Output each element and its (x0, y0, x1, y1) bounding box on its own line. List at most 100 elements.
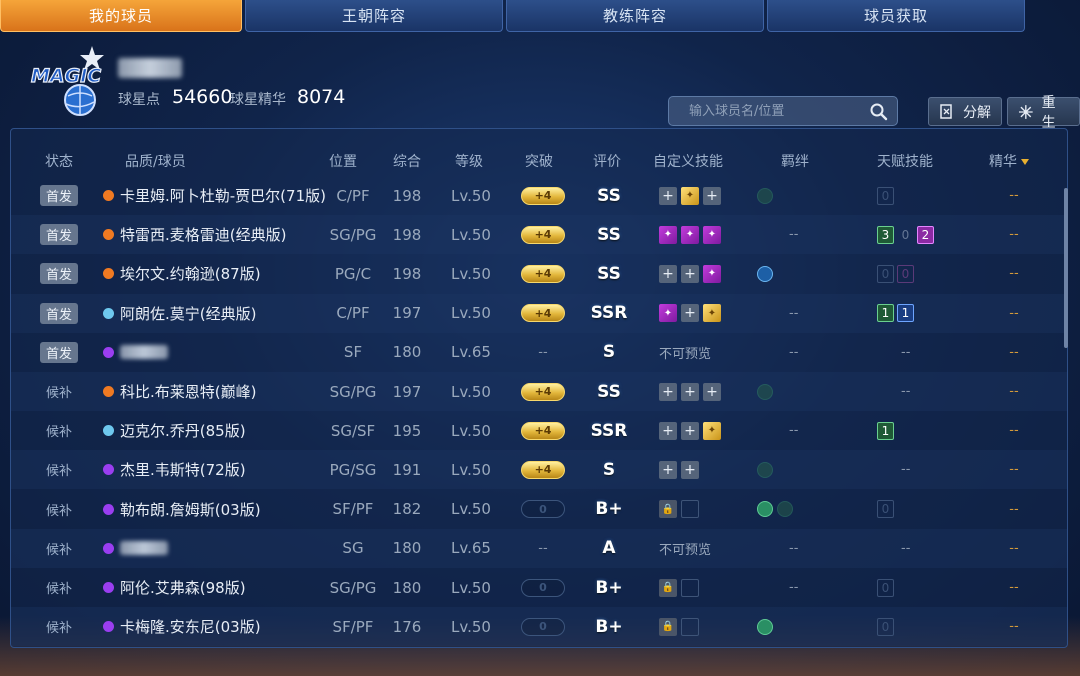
player-position: SG/SF (330, 421, 376, 440)
star-points-label: 球星点 (118, 92, 160, 108)
table-row[interactable]: 候补 卡梅隆.安东尼(03版) SF/PF 176 Lv.50 0 B+ 🔒 0 -- (11, 607, 1067, 647)
talent-badge[interactable]: 1 (877, 304, 894, 323)
status-badge: 候补 (45, 621, 72, 637)
add-skill-slot[interactable]: + (659, 186, 677, 205)
add-skill-slot[interactable]: + (703, 382, 721, 401)
skill-icon[interactable]: ✦ (659, 225, 677, 244)
bond-icon[interactable] (757, 618, 773, 635)
talent-badge[interactable]: 0 (877, 500, 894, 519)
scrollbar[interactable] (1064, 188, 1068, 348)
table-row[interactable]: 候补 迈克尔.乔丹(85版) SG/SF 195 Lv.50 +4 SSR + + ✦ -- 1 -- (11, 411, 1067, 450)
search-icon[interactable] (869, 102, 889, 122)
col-talent[interactable]: 天赋技能 (877, 151, 933, 171)
table-row[interactable]: 首发 SF 180 Lv.65 -- S 不可预览 -- -- -- (11, 333, 1067, 372)
table-row[interactable]: 首发 埃尔文.约翰逊(87版) PG/C 198 Lv.50 +4 SS + + ✦ 0 0 -- (11, 254, 1067, 293)
col-status[interactable]: 状态 (45, 151, 73, 171)
decompose-button[interactable]: 分解 (928, 97, 1002, 126)
player-overall: 176 (392, 617, 422, 636)
tab-coach-lineup[interactable]: 教练阵容 (506, 0, 764, 32)
add-skill-slot[interactable]: + (659, 460, 677, 479)
lock-icon[interactable]: 🔒 (659, 578, 677, 597)
player-name: 特雷西.麦格雷迪(经典版) (120, 226, 287, 245)
table-row[interactable]: 候补 阿伦.艾弗森(98版) SG/PG 180 Lv.50 0 B+ 🔒 -- 0 -- (11, 568, 1067, 607)
empty-skill-slot[interactable] (681, 578, 699, 597)
empty-skill-slot[interactable] (681, 500, 699, 519)
breakthrough-badge: +4 (521, 225, 565, 244)
empty-skill-slot[interactable] (681, 617, 699, 636)
col-overall[interactable]: 综合 (393, 151, 421, 171)
add-skill-slot[interactable]: + (681, 460, 699, 479)
lock-icon[interactable]: 🔒 (659, 617, 677, 636)
status-badge: 候补 (45, 503, 72, 519)
search-input[interactable] (689, 103, 859, 119)
add-skill-slot[interactable]: + (681, 264, 699, 283)
talent-badge[interactable]: 2 (917, 225, 934, 244)
talent-badge[interactable]: 0 (897, 226, 914, 244)
bond-icon[interactable] (777, 501, 793, 518)
col-breakthrough[interactable]: 突破 (525, 151, 553, 171)
talent-badge[interactable]: 0 (877, 186, 894, 205)
player-level: Lv.50 (451, 225, 491, 244)
rating-grade: SS (597, 224, 621, 245)
tab-bar: 我的球员 王朝阵容 教练阵容 球员获取 (0, 0, 1080, 32)
tab-dynasty-lineup[interactable]: 王朝阵容 (245, 0, 503, 32)
col-essence[interactable]: 精华 (989, 151, 1029, 171)
table-row[interactable]: 候补 杰里.韦斯特(72版) PG/SG 191 Lv.50 +4 S + + -- -- (11, 450, 1067, 490)
talent-badge[interactable]: 0 (877, 264, 894, 283)
rebirth-button[interactable]: 重生 (1007, 95, 1080, 131)
col-rating[interactable]: 评价 (593, 151, 621, 171)
talent-empty: -- (901, 384, 911, 399)
essence-value: -- (1009, 227, 1019, 243)
rating-grade: A (602, 538, 616, 559)
table-row[interactable]: 首发 特雷西.麦格雷迪(经典版) SG/PG 198 Lv.50 +4 SS ✦ ✦ ✦ -- 3 0 2… (11, 215, 1067, 255)
rebirth-icon (1018, 104, 1033, 119)
logo-text: MAGIC (31, 65, 101, 87)
skill-icon[interactable]: ✦ (681, 186, 699, 205)
skill-icon[interactable]: ✦ (703, 304, 721, 323)
skill-icon[interactable]: ✦ (681, 225, 699, 244)
table-row[interactable]: 首发 卡里姆.阿卜杜勒-贾巴尔(71版) C/PF 198 Lv.50 +4 SS + ✦ +0 -… (11, 176, 1067, 215)
add-skill-slot[interactable]: + (681, 421, 699, 440)
skill-icon[interactable]: ✦ (659, 304, 677, 323)
talent-badge[interactable]: 3 (877, 225, 894, 244)
skill-icon[interactable]: ✦ (703, 225, 721, 244)
skill-icon[interactable]: ✦ (703, 421, 721, 440)
talent-badge[interactable]: 0 (877, 578, 894, 597)
bond-icon[interactable] (757, 265, 773, 282)
talent-badge[interactable]: 0 (897, 264, 914, 283)
talent-empty: -- (901, 540, 911, 556)
talent-empty: -- (901, 344, 911, 360)
add-skill-slot[interactable]: + (659, 382, 677, 401)
bond-icon[interactable] (757, 461, 773, 478)
bond-icon[interactable] (757, 187, 773, 204)
talent-badge[interactable]: 1 (877, 421, 894, 440)
col-position[interactable]: 位置 (329, 151, 357, 171)
add-skill-slot[interactable]: + (659, 264, 677, 283)
skill-icon[interactable]: ✦ (703, 264, 721, 283)
player-level: Lv.50 (451, 382, 491, 401)
player-table: 状态 品质/球员 位置 综合 等级 突破 评价 自定义技能 羁绊 天赋技能 精华… (10, 128, 1068, 648)
col-custom-skill[interactable]: 自定义技能 (653, 151, 723, 171)
add-skill-slot[interactable]: + (659, 421, 677, 440)
tab-player-acquire[interactable]: 球员获取 (767, 0, 1025, 32)
col-level[interactable]: 等级 (455, 151, 483, 171)
col-quality-player[interactable]: 品质/球员 (125, 151, 186, 171)
table-row[interactable]: 首发 阿朗佐.莫宁(经典版) C/PF 197 Lv.50 +4 SSR ✦ + ✦ -- 1 1 -- (11, 293, 1067, 333)
table-row[interactable]: 候补 科比.布莱恩特(巅峰) SG/PG 197 Lv.50 +4 SS + + + -- -- (11, 372, 1067, 411)
table-row[interactable]: 候补 SG 180 Lv.65 -- A 不可预览 -- -- -- (11, 528, 1067, 568)
add-skill-slot[interactable]: + (681, 304, 699, 323)
lock-icon[interactable]: 🔒 (659, 500, 677, 519)
talent-badge[interactable]: 1 (897, 304, 914, 323)
table-row[interactable]: 候补 勒布朗.詹姆斯(03版) SF/PF 182 Lv.50 0 B+ 🔒 0 -- (11, 490, 1067, 529)
essence-value: -- (1009, 540, 1019, 556)
add-skill-slot[interactable]: + (681, 382, 699, 401)
talent-badge[interactable]: 0 (877, 617, 894, 636)
col-bond[interactable]: 羁绊 (781, 151, 809, 171)
add-skill-slot[interactable]: + (703, 186, 721, 205)
decompose-icon (940, 103, 952, 119)
player-position: SG/PG (329, 382, 377, 401)
bond-icon[interactable] (757, 383, 773, 400)
bond-icon[interactable] (757, 501, 773, 518)
tab-my-players[interactable]: 我的球员 (0, 0, 242, 32)
player-overall: 195 (392, 421, 422, 440)
